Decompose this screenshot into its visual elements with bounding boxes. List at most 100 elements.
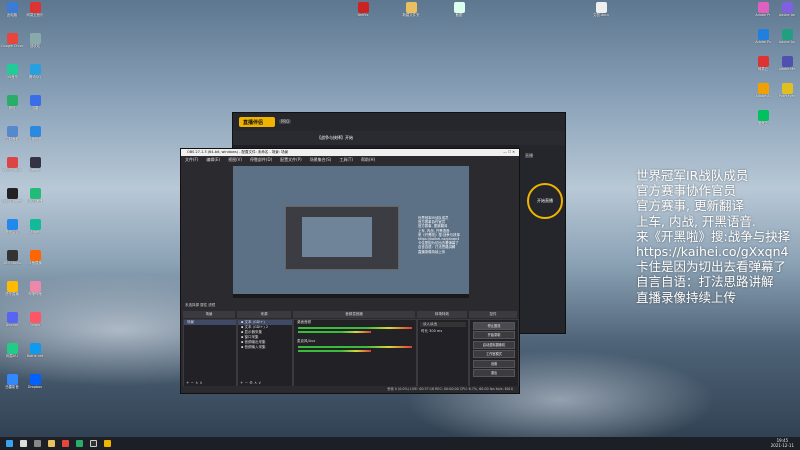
obs-control-button[interactable]: 退出 [473, 369, 515, 377]
desktop-icon-icon [6, 64, 18, 75]
desktop-icon-icon [29, 250, 41, 261]
desktop-icon[interactable]: Dropbox [24, 374, 46, 389]
controls-dock[interactable]: 停止推流 开始录制 启动虚拟摄像机 工作室模式 设置 退出 [469, 319, 519, 387]
desktop-icon[interactable]: 文档.docx [590, 2, 612, 17]
desktop-icon-label: 虎牙直播 [5, 292, 19, 296]
desktop-icon[interactable]: Origin [24, 312, 46, 327]
desktop-icon[interactable]: PotPlayer [776, 83, 798, 98]
desktop-icon[interactable]: 控制面板 [1, 126, 23, 141]
desktop-icon[interactable]: QQ音乐 [1, 64, 23, 79]
desktop-icon-icon [781, 29, 793, 40]
obs-control-button[interactable]: 启动虚拟摄像机 [473, 340, 515, 349]
desktop-icon-icon [6, 250, 18, 261]
desktop-icon-label: Epic Games [1, 199, 23, 203]
desktop-icon[interactable]: 迅雷影音 [1, 374, 23, 389]
desktop-icon[interactable]: Adobe Ae [776, 2, 798, 17]
desktop-icon-label: 网易云 [757, 67, 769, 71]
desktop-icon[interactable]: Steam [24, 157, 46, 172]
desktop-icon[interactable]: Battle.net [24, 343, 46, 358]
obs-menu-item[interactable]: 配置文件(P) [280, 157, 302, 162]
desktop-icon[interactable]: Edge [24, 219, 46, 234]
obs-control-button[interactable]: 开始录制 [473, 331, 515, 339]
desktop-icon[interactable]: Adobe Ai [752, 83, 774, 98]
sources-dock[interactable]: ▪ 文本 (GDI+) ▪ 文本 (GDI+) 2 ▪ 显示器采集 ▪ 窗口采集 ▪ 音… [237, 319, 293, 387]
desktop-icon[interactable]: Discord [1, 312, 23, 327]
desktop-icon[interactable]: 虎牙直播 [1, 281, 23, 296]
desktop-icon[interactable]: 此电脑 [1, 2, 23, 17]
obs-titlebar[interactable]: OBS 27.1.3 (64-bit, windows) - 配置文件: 未命名… [181, 149, 519, 156]
obs-menu-item[interactable]: 帮助(H) [361, 157, 375, 162]
start-live-button[interactable]: 开始直播 [527, 183, 563, 219]
obs-menu-item[interactable]: 视图(V) [228, 157, 242, 162]
search-icon[interactable] [20, 440, 27, 447]
mic-audio-slider[interactable] [298, 350, 372, 352]
desktop-icon[interactable]: Adobe Pr [752, 2, 774, 17]
obs-control-button[interactable]: 设置 [473, 359, 515, 368]
desktop-icon-label: 网易云音乐 [26, 13, 44, 17]
stream-titlebar[interactable]: 直播伴侣 PRO [233, 113, 565, 131]
desktop-icon-icon [6, 126, 18, 137]
desktop-icon[interactable]: Epic Games [1, 188, 23, 203]
chrome-icon[interactable] [62, 440, 69, 447]
desktop-icon[interactable]: 网易UU [1, 343, 23, 358]
desktop-icon[interactable]: 回收站 [24, 33, 46, 48]
desktop-icon[interactable]: 哔哩哔哩 [24, 281, 46, 296]
file-explorer-icon[interactable] [48, 440, 55, 447]
mixer-dock[interactable]: 桌面音频 麦克风/Aux [293, 319, 417, 387]
desktop-icon[interactable]: Adobe Me [776, 56, 798, 71]
desktop-icon[interactable]: 百度网盘 [24, 126, 46, 141]
stream-tab[interactable]: 直播 [525, 153, 533, 159]
obs-window[interactable]: OBS 27.1.3 (64-bit, windows) - 配置文件: 未命名… [180, 148, 520, 394]
desktop-icon[interactable]: 斗鱼直播 [24, 250, 46, 265]
stream-version-badge: PRO [279, 119, 292, 124]
taskbar[interactable]: 19:45 2021-12-11 [0, 437, 800, 450]
clock-date: 2021-12-11 [770, 443, 794, 448]
obs-control-button[interactable]: 工作室模式 [473, 350, 515, 358]
taskbar-clock[interactable]: 19:45 2021-12-11 [771, 438, 794, 448]
transitions-dock[interactable]: 淡入淡出 时长 300 ms [417, 319, 469, 387]
window-controls[interactable]: — ☐ ✕ [503, 149, 515, 156]
start-button[interactable] [6, 440, 13, 447]
desktop-icon-icon [6, 2, 18, 13]
transition-duration[interactable]: 时长 300 ms [418, 329, 468, 334]
obs-menu-item[interactable]: 编辑(E) [206, 157, 220, 162]
desktop-icon[interactable]: Adobe Ps [752, 29, 774, 44]
obs-preview[interactable]: 世界冠军IR战队成员 官方赛事协作官员 官方赛事, 更新翻译 上车, 内战, 开黑语音… [233, 166, 469, 298]
stream-assistant-taskbar-icon[interactable] [104, 440, 111, 447]
wechat-icon[interactable] [76, 440, 83, 447]
desktop-icon[interactable]: Adobe Au [776, 29, 798, 44]
desktop-icon[interactable]: 爱奇艺 [752, 110, 774, 125]
source-item[interactable]: ▪ 音频输入采集 [238, 345, 292, 350]
desktop-audio-slider[interactable] [298, 331, 372, 333]
desktop-icon[interactable]: 网易云 [752, 56, 774, 71]
obs-menubar[interactable]: 文件(F) 编辑(E) 视图(V) 停靠部件(D) 配置文件(P) 场景集合(S) 工具(T… [181, 156, 519, 164]
duration-value[interactable]: 300 ms [429, 329, 442, 333]
desktop-icon[interactable]: 微信 [1, 95, 23, 110]
obs-menu-item[interactable]: 工具(T) [339, 157, 353, 162]
desktop-icon-icon [595, 2, 607, 13]
desktop-icon[interactable]: OBS Studio [1, 250, 23, 265]
desktop-icon[interactable]: 截图 [448, 2, 470, 17]
transition-type-select[interactable]: 淡入淡出 [420, 322, 466, 327]
scenes-dock-footer[interactable]: + − ∧ ∨ [184, 379, 236, 386]
sources-dock-footer[interactable]: + − ⚙ ∧ ∨ [238, 379, 292, 386]
scenes-dock[interactable]: 场景 + − ∧ ∨ [183, 319, 237, 387]
desktop-icon[interactable]: 网易云音乐 [24, 2, 46, 17]
desktop-icon-label: Dropbox [27, 385, 43, 389]
obs-control-button[interactable]: 停止推流 [473, 321, 515, 330]
scene-item[interactable]: 场景 [184, 320, 236, 325]
desktop-icon[interactable]: 新建文件夹 [400, 2, 422, 17]
obs-menu-item[interactable]: 文件(F) [185, 157, 198, 162]
desktop-icon[interactable]: WPS Office [1, 157, 23, 172]
scenes-header: 场景 [183, 311, 235, 318]
desktop-icon[interactable]: 腾讯会议 [1, 219, 23, 234]
desktop-icon[interactable]: Netflix [352, 2, 374, 17]
obs-menu-item[interactable]: 场景集合(S) [310, 157, 332, 162]
obs-taskbar-icon[interactable] [90, 440, 97, 447]
obs-menu-item[interactable]: 停靠部件(D) [250, 157, 272, 162]
desktop-icon[interactable]: 腾讯QQ [24, 64, 46, 79]
desktop-icon[interactable]: 迅雷 [24, 95, 46, 110]
desktop-icon[interactable]: Google Chrome [1, 33, 23, 48]
task-view-icon[interactable] [34, 440, 41, 447]
desktop-icon[interactable]: UU加速器 [24, 188, 46, 203]
